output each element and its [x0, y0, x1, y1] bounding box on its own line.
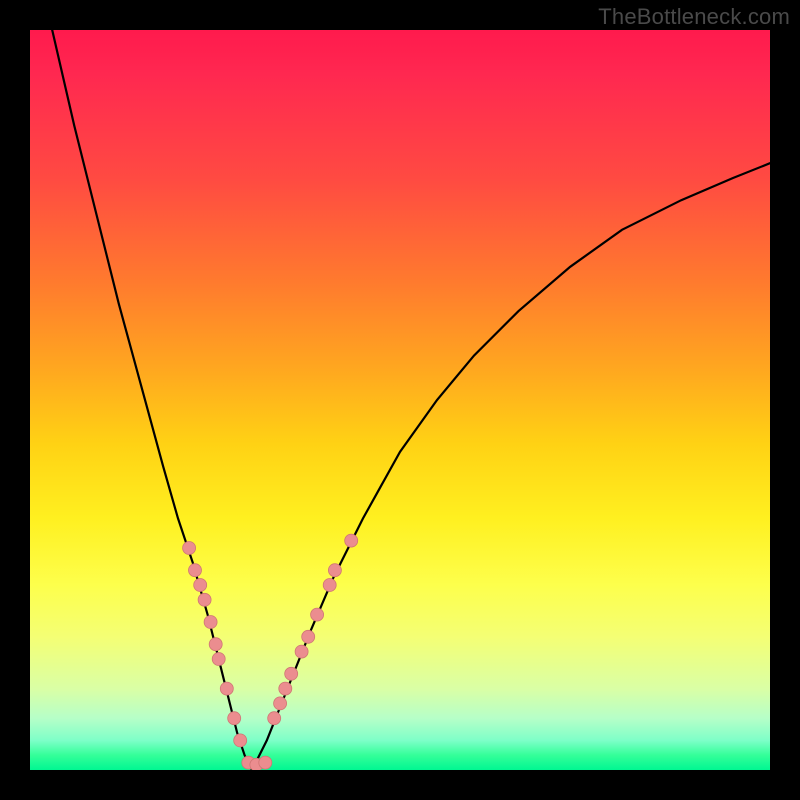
left-dots-group — [183, 542, 272, 771]
curves-svg — [30, 30, 770, 770]
watermark-text: TheBottleneck.com — [598, 4, 790, 30]
right-dots-group — [268, 534, 358, 725]
right-dot-3 — [285, 667, 298, 680]
right-dot-2 — [279, 682, 292, 695]
plot-area — [30, 30, 770, 770]
left-dot-4 — [204, 616, 217, 629]
left-dot-0 — [183, 542, 196, 555]
right-curve — [252, 163, 770, 770]
right-dot-0 — [268, 712, 281, 725]
right-dot-9 — [345, 534, 358, 547]
left-dot-12 — [259, 756, 272, 769]
right-dot-1 — [274, 697, 287, 710]
left-dot-7 — [220, 682, 233, 695]
right-dot-5 — [302, 630, 315, 643]
left-dot-1 — [189, 564, 202, 577]
left-dot-6 — [212, 653, 225, 666]
right-dot-6 — [311, 608, 324, 621]
left-dot-5 — [209, 638, 222, 651]
left-dot-9 — [234, 734, 247, 747]
chart-stage: TheBottleneck.com — [0, 0, 800, 800]
left-dot-3 — [198, 593, 211, 606]
right-dot-7 — [323, 579, 336, 592]
right-dot-4 — [295, 645, 308, 658]
left-dot-8 — [228, 712, 241, 725]
right-dot-8 — [328, 564, 341, 577]
left-dot-2 — [194, 579, 207, 592]
